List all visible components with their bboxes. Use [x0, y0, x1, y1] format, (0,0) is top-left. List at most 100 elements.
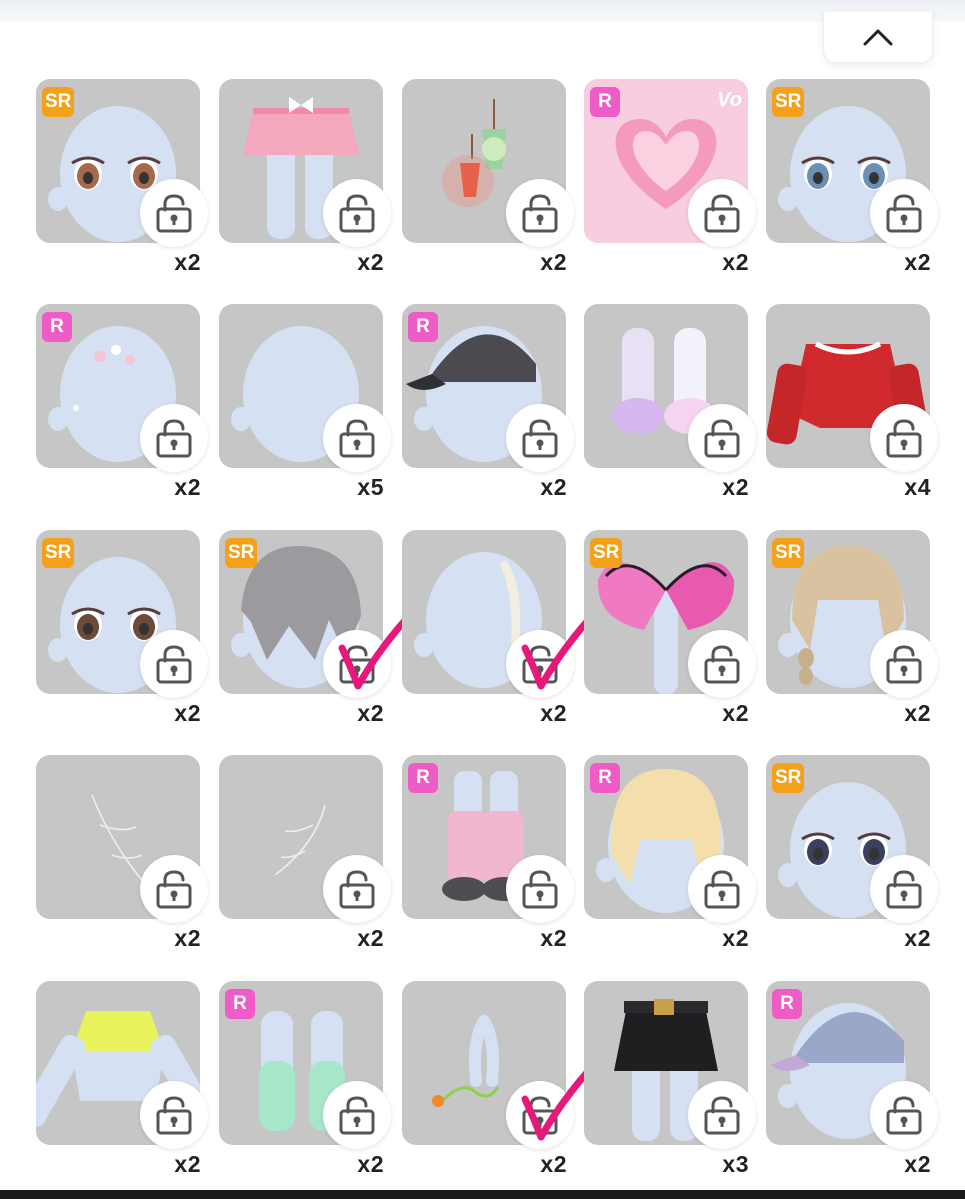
collapse-button[interactable] [823, 12, 933, 63]
unlock-button[interactable] [140, 404, 208, 472]
unlock-icon [339, 194, 375, 233]
item-count: x2 [357, 249, 384, 275]
item-card[interactable]: SR x2 [219, 530, 430, 730]
item-card[interactable]: R x2 [219, 981, 391, 1181]
unlock-icon [886, 419, 922, 458]
unlock-button[interactable] [323, 1081, 391, 1149]
unlock-button[interactable] [688, 630, 756, 698]
rarity-badge: SR [772, 538, 805, 568]
item-count: x2 [357, 1151, 384, 1177]
unlock-icon [339, 870, 375, 909]
item-count: x2 [540, 925, 567, 951]
item-card[interactable]: SR x2 [766, 530, 938, 730]
item-card[interactable]: SR x2 [766, 79, 938, 279]
rarity-badge: R [408, 312, 438, 342]
unlock-icon [156, 870, 192, 909]
unlock-icon [522, 870, 558, 909]
item-card[interactable]: R x2 [402, 755, 574, 955]
chevron-up-icon [863, 29, 893, 46]
unlock-button[interactable] [688, 1081, 756, 1149]
rarity-badge: SR [772, 87, 805, 117]
unlock-button[interactable] [323, 855, 391, 923]
unlock-button[interactable] [506, 855, 574, 923]
item-card[interactable]: x2 [219, 79, 391, 279]
unlock-button[interactable] [870, 630, 938, 698]
item-count: x2 [174, 700, 201, 726]
rarity-badge: SR [225, 538, 258, 568]
rarity-badge: R [590, 763, 620, 793]
item-card[interactable]: R Vo x2 [584, 79, 756, 279]
item-count: x2 [540, 700, 567, 726]
item-count: x2 [174, 925, 201, 951]
rarity-badge: SR [42, 87, 75, 117]
unlock-icon [886, 645, 922, 684]
item-card[interactable]: x2 [402, 530, 613, 730]
item-card[interactable]: x2 [219, 755, 391, 955]
item-count: x2 [722, 474, 749, 500]
rarity-badge: R [590, 87, 620, 117]
item-card[interactable]: R x2 [584, 755, 756, 955]
item-count: x2 [540, 1151, 567, 1177]
unlock-button[interactable] [870, 1081, 938, 1149]
item-count: x2 [904, 1151, 931, 1177]
unlock-icon [339, 419, 375, 458]
unlock-icon [704, 419, 740, 458]
unlock-button[interactable] [323, 179, 391, 247]
item-card[interactable]: x4 [766, 304, 938, 504]
unlock-button[interactable] [140, 630, 208, 698]
item-count: x2 [904, 249, 931, 275]
unlock-button[interactable] [870, 179, 938, 247]
unlock-button[interactable] [506, 179, 574, 247]
item-count: x2 [357, 925, 384, 951]
item-count: x2 [904, 925, 931, 951]
item-card[interactable]: x2 [36, 755, 208, 955]
item-card[interactable]: SR x2 [584, 530, 756, 730]
unlock-button[interactable] [688, 179, 756, 247]
top-band [0, 0, 965, 22]
item-card[interactable]: R x2 [766, 981, 938, 1181]
unlock-button[interactable] [688, 855, 756, 923]
item-card[interactable]: x2 [584, 304, 756, 504]
unlock-button[interactable] [870, 404, 938, 472]
item-count: x3 [722, 1151, 749, 1177]
item-card[interactable]: R x2 [402, 304, 574, 504]
item-count: x2 [174, 1151, 201, 1177]
item-card[interactable]: R x2 [36, 304, 208, 504]
unlock-button[interactable] [140, 179, 208, 247]
item-card[interactable]: x3 [584, 981, 756, 1181]
rarity-badge: R [772, 989, 802, 1019]
unlock-icon [156, 194, 192, 233]
unlock-button[interactable] [140, 855, 208, 923]
item-card[interactable]: SR x2 [766, 755, 938, 955]
unlock-button[interactable] [323, 404, 391, 472]
rarity-badge: SR [772, 763, 805, 793]
rarity-badge: R [408, 763, 438, 793]
unlock-button[interactable] [688, 404, 756, 472]
unlock-button[interactable] [506, 404, 574, 472]
unlock-icon [156, 645, 192, 684]
item-count: x2 [904, 700, 931, 726]
unlock-button[interactable] [870, 855, 938, 923]
unlock-icon [156, 419, 192, 458]
item-card[interactable]: x2 [402, 981, 613, 1181]
vo-label: Vo [717, 89, 742, 111]
item-card[interactable]: x5 [219, 304, 391, 504]
unlock-icon [704, 870, 740, 909]
rarity-badge: R [42, 312, 72, 342]
item-card[interactable]: SR x2 [36, 79, 208, 279]
bottom-bar [0, 1190, 965, 1199]
item-count: x2 [722, 249, 749, 275]
item-count: x2 [174, 474, 201, 500]
unlock-button[interactable] [140, 1081, 208, 1149]
item-count: x2 [357, 700, 384, 726]
item-card[interactable]: x2 [36, 981, 208, 1181]
unlock-icon [886, 870, 922, 909]
unlock-icon [886, 194, 922, 233]
item-card[interactable]: SR x2 [36, 530, 208, 730]
item-count: x5 [357, 474, 384, 500]
item-card[interactable]: x2 [402, 79, 574, 279]
rarity-badge: SR [590, 538, 623, 568]
item-count: x2 [540, 249, 567, 275]
rarity-badge: SR [42, 538, 75, 568]
item-count: x2 [174, 249, 201, 275]
